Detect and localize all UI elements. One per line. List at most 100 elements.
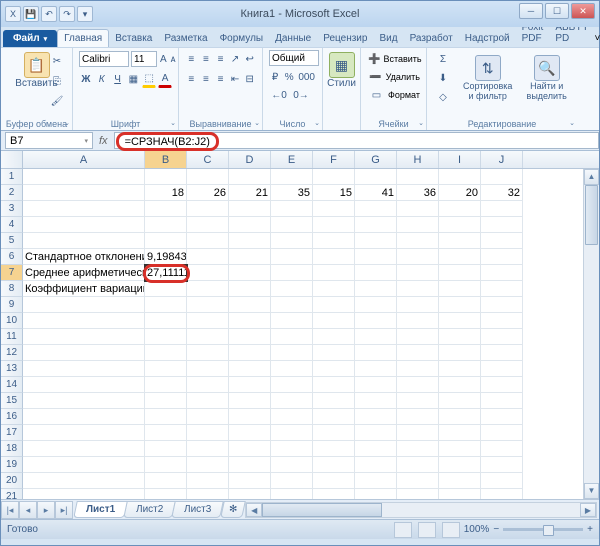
cell-A14[interactable] bbox=[23, 377, 145, 393]
sort-filter-button[interactable]: ⇅Сортировка и фильтр bbox=[459, 53, 516, 103]
cell-J17[interactable] bbox=[481, 425, 523, 441]
cell-F5[interactable] bbox=[313, 233, 355, 249]
cell-C4[interactable] bbox=[187, 217, 229, 233]
cell-A15[interactable] bbox=[23, 393, 145, 409]
percent-icon[interactable]: % bbox=[283, 68, 295, 86]
sheet-nav-next-icon[interactable]: ▸ bbox=[37, 501, 55, 519]
row-header-7[interactable]: 7 bbox=[1, 265, 23, 281]
format-painter-icon[interactable]: 🖌 bbox=[47, 92, 67, 110]
cell-J12[interactable] bbox=[481, 345, 523, 361]
cell-F10[interactable] bbox=[313, 313, 355, 329]
cell-F3[interactable] bbox=[313, 201, 355, 217]
cell-A4[interactable] bbox=[23, 217, 145, 233]
clear-icon[interactable]: ◇ bbox=[433, 88, 453, 106]
cell-I15[interactable] bbox=[439, 393, 481, 409]
cell-G9[interactable] bbox=[355, 297, 397, 313]
cell-F13[interactable] bbox=[313, 361, 355, 377]
shrink-font-icon[interactable]: ᴀ bbox=[170, 50, 177, 68]
cell-D19[interactable] bbox=[229, 457, 271, 473]
insert-cells-icon[interactable]: ➕ bbox=[367, 50, 381, 68]
cell-D14[interactable] bbox=[229, 377, 271, 393]
cell-G14[interactable] bbox=[355, 377, 397, 393]
view-pagebreak-icon[interactable] bbox=[442, 522, 460, 538]
horizontal-scrollbar[interactable]: ◀ ▶ bbox=[245, 502, 597, 518]
cell-C5[interactable] bbox=[187, 233, 229, 249]
cell-A8[interactable]: Коэффициент вариации bbox=[23, 281, 145, 297]
cell-I10[interactable] bbox=[439, 313, 481, 329]
cell-I9[interactable] bbox=[439, 297, 481, 313]
cell-F9[interactable] bbox=[313, 297, 355, 313]
styles-button[interactable]: ▦Стили bbox=[329, 50, 354, 91]
tab-insert[interactable]: Вставка bbox=[109, 30, 158, 47]
cell-G16[interactable] bbox=[355, 409, 397, 425]
col-header-D[interactable]: D bbox=[229, 151, 271, 168]
redo-icon[interactable]: ↷ bbox=[59, 6, 75, 22]
cell-E19[interactable] bbox=[271, 457, 313, 473]
zoom-out-button[interactable]: − bbox=[493, 524, 499, 535]
undo-icon[interactable]: ↶ bbox=[41, 6, 57, 22]
cell-J3[interactable] bbox=[481, 201, 523, 217]
cell-B1[interactable] bbox=[145, 169, 187, 185]
tab-addins[interactable]: Надстрой bbox=[459, 30, 516, 47]
cell-C14[interactable] bbox=[187, 377, 229, 393]
tab-home[interactable]: Главная bbox=[57, 29, 109, 47]
cell-C11[interactable] bbox=[187, 329, 229, 345]
cell-B13[interactable] bbox=[145, 361, 187, 377]
new-sheet-button[interactable]: ✻ bbox=[220, 501, 246, 518]
scroll-down-icon[interactable]: ▼ bbox=[584, 483, 599, 499]
cell-B2[interactable]: 18 bbox=[145, 185, 187, 201]
fill-color-icon[interactable]: ⬚ bbox=[142, 70, 156, 88]
cell-B12[interactable] bbox=[145, 345, 187, 361]
cell-D3[interactable] bbox=[229, 201, 271, 217]
orientation-icon[interactable]: ↗ bbox=[229, 50, 242, 68]
cell-D5[interactable] bbox=[229, 233, 271, 249]
worksheet-grid[interactable]: ABCDEFGHIJ 121826213515413620323456Станд… bbox=[1, 151, 599, 499]
row-header-21[interactable]: 21 bbox=[1, 489, 23, 499]
cell-B11[interactable] bbox=[145, 329, 187, 345]
cell-G21[interactable] bbox=[355, 489, 397, 499]
align-center-icon[interactable]: ≡ bbox=[200, 70, 213, 88]
tab-review[interactable]: Рецензир bbox=[317, 30, 373, 47]
cell-A19[interactable] bbox=[23, 457, 145, 473]
cell-C2[interactable]: 26 bbox=[187, 185, 229, 201]
cell-G3[interactable] bbox=[355, 201, 397, 217]
align-right-icon[interactable]: ≡ bbox=[214, 70, 227, 88]
col-header-H[interactable]: H bbox=[397, 151, 439, 168]
cell-E14[interactable] bbox=[271, 377, 313, 393]
sheet-nav-first-icon[interactable]: |◂ bbox=[1, 501, 19, 519]
scroll-right-icon[interactable]: ▶ bbox=[580, 503, 596, 517]
cell-J18[interactable] bbox=[481, 441, 523, 457]
name-box[interactable]: B7 bbox=[5, 132, 93, 149]
cell-H5[interactable] bbox=[397, 233, 439, 249]
cell-D20[interactable] bbox=[229, 473, 271, 489]
cell-D17[interactable] bbox=[229, 425, 271, 441]
bold-button[interactable]: Ж bbox=[79, 70, 93, 88]
cell-E16[interactable] bbox=[271, 409, 313, 425]
cell-J21[interactable] bbox=[481, 489, 523, 499]
cell-J8[interactable] bbox=[481, 281, 523, 297]
cell-B19[interactable] bbox=[145, 457, 187, 473]
row-header-11[interactable]: 11 bbox=[1, 329, 23, 345]
cell-C13[interactable] bbox=[187, 361, 229, 377]
row-header-3[interactable]: 3 bbox=[1, 201, 23, 217]
zoom-slider[interactable] bbox=[503, 528, 583, 531]
border-icon[interactable]: ▦ bbox=[126, 70, 140, 88]
cell-C12[interactable] bbox=[187, 345, 229, 361]
cell-D1[interactable] bbox=[229, 169, 271, 185]
minimize-button[interactable]: ─ bbox=[519, 3, 543, 19]
align-middle-icon[interactable]: ≡ bbox=[200, 50, 213, 68]
cell-F20[interactable] bbox=[313, 473, 355, 489]
row-header-8[interactable]: 8 bbox=[1, 281, 23, 297]
cell-H4[interactable] bbox=[397, 217, 439, 233]
cell-I20[interactable] bbox=[439, 473, 481, 489]
cell-F7[interactable] bbox=[313, 265, 355, 281]
cell-B9[interactable] bbox=[145, 297, 187, 313]
cell-F14[interactable] bbox=[313, 377, 355, 393]
view-layout-icon[interactable] bbox=[418, 522, 436, 538]
cell-C20[interactable] bbox=[187, 473, 229, 489]
row-header-1[interactable]: 1 bbox=[1, 169, 23, 185]
cell-I17[interactable] bbox=[439, 425, 481, 441]
comma-icon[interactable]: 000 bbox=[297, 68, 316, 86]
row-header-5[interactable]: 5 bbox=[1, 233, 23, 249]
cell-G15[interactable] bbox=[355, 393, 397, 409]
